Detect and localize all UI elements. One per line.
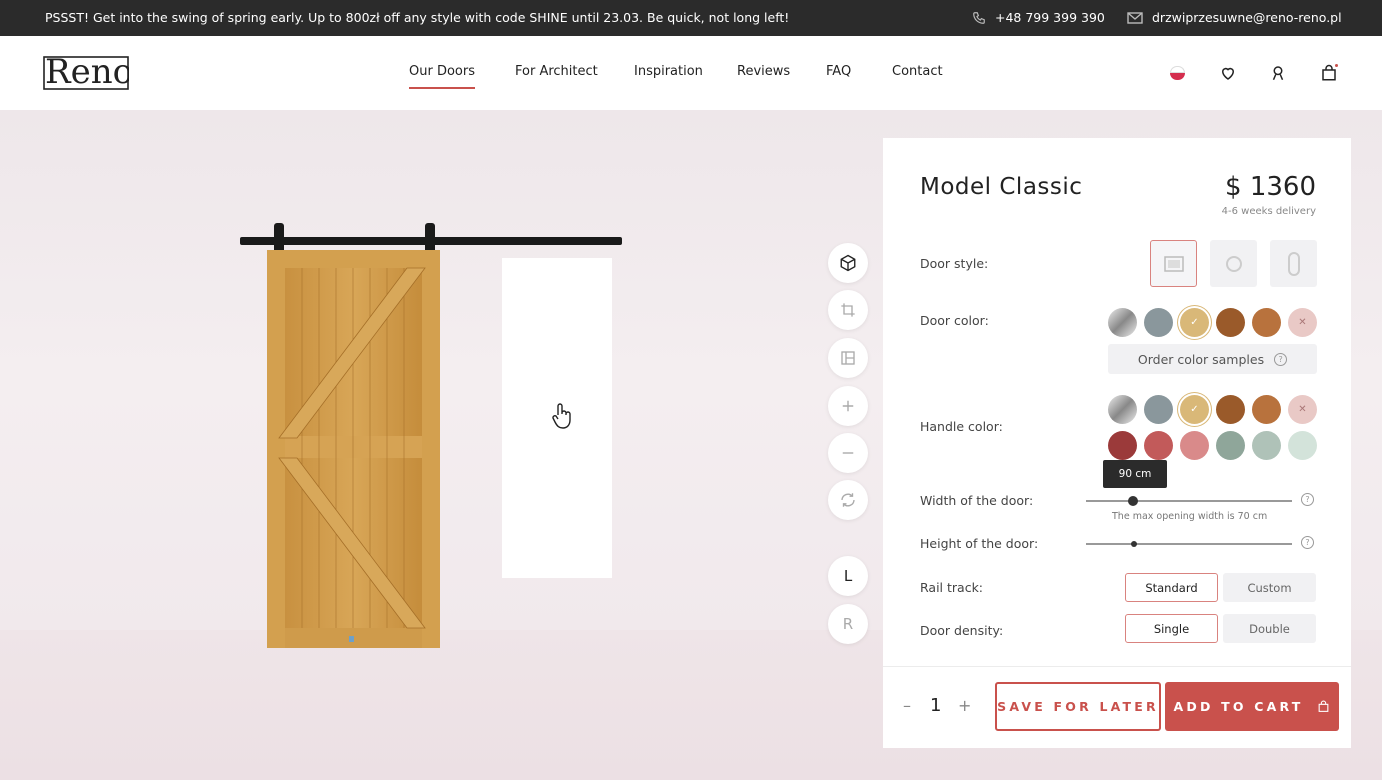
phone-icon bbox=[973, 11, 985, 24]
handle-swatch[interactable]: ✓ bbox=[1180, 395, 1209, 424]
rail-standard-option[interactable]: Standard bbox=[1125, 573, 1218, 602]
width-slider-handle[interactable] bbox=[1128, 496, 1138, 506]
nav-our-doors[interactable]: Our Doors bbox=[409, 64, 475, 89]
handle-color-label: Handle color: bbox=[920, 419, 1003, 434]
help-icon[interactable]: ? bbox=[1274, 352, 1288, 366]
width-label: Width of the door: bbox=[920, 493, 1034, 508]
handle-swatch[interactable] bbox=[1108, 395, 1137, 424]
door-swatch[interactable] bbox=[1144, 308, 1173, 337]
handle-swatch[interactable]: ✕ bbox=[1288, 395, 1317, 424]
density-single-option[interactable]: Single bbox=[1125, 614, 1218, 643]
svg-text:Reno: Reno bbox=[45, 52, 129, 92]
handle-swatch[interactable] bbox=[1216, 431, 1245, 460]
mail-icon bbox=[1127, 11, 1143, 24]
height-help-icon[interactable]: ? bbox=[1301, 536, 1314, 549]
email-address: drzwiprzesuwne@reno-reno.pl bbox=[1152, 10, 1342, 25]
nav-inspiration[interactable]: Inspiration bbox=[634, 64, 703, 79]
crop-icon bbox=[841, 303, 855, 317]
height-slider-handle[interactable] bbox=[1131, 541, 1137, 547]
handle-swatch[interactable] bbox=[1252, 431, 1281, 460]
crop-button[interactable] bbox=[828, 290, 868, 330]
handle-swatch[interactable] bbox=[1288, 431, 1317, 460]
order-samples-label: Order color samples bbox=[1137, 351, 1265, 367]
right-side-button[interactable]: R bbox=[828, 604, 868, 644]
width-slider[interactable] bbox=[1086, 496, 1292, 506]
delivery-time: 4-6 weeks delivery bbox=[1221, 206, 1316, 217]
nav-for-architect[interactable]: For Architect bbox=[515, 64, 598, 79]
order-samples-button[interactable]: Order color samples ? bbox=[1108, 344, 1317, 374]
layout-icon bbox=[841, 351, 855, 365]
nav-reviews[interactable]: Reviews bbox=[737, 64, 790, 79]
nav-contact[interactable]: Contact bbox=[892, 64, 943, 79]
heart-icon[interactable] bbox=[1219, 64, 1237, 82]
save-for-later-button[interactable]: SAVE FOR LATER bbox=[995, 682, 1161, 731]
door-color-label: Door color: bbox=[920, 313, 989, 328]
layout-button[interactable] bbox=[828, 338, 868, 378]
bag-icon bbox=[1319, 700, 1329, 712]
door-density-label: Door density: bbox=[920, 623, 1004, 638]
zoom-out-button[interactable] bbox=[828, 433, 868, 473]
height-slider[interactable] bbox=[1086, 541, 1292, 547]
reno-logo[interactable]: Reno bbox=[43, 49, 129, 93]
configurator-panel: Model Classic $ 1360 4-6 weeks delivery … bbox=[883, 138, 1351, 748]
promo-text: PSSST! Get into the swing of spring earl… bbox=[45, 10, 790, 25]
product-title: Model Classic bbox=[920, 174, 1083, 200]
door-style-option-1[interactable] bbox=[1150, 240, 1197, 287]
height-label: Height of the door: bbox=[920, 536, 1039, 551]
width-tooltip: 90 cm bbox=[1103, 460, 1167, 488]
door-swatch[interactable]: ✕ bbox=[1288, 308, 1317, 337]
width-note: The max opening width is 70 cm bbox=[1112, 511, 1268, 522]
rotate-icon bbox=[841, 493, 855, 507]
door-style-label: Door style: bbox=[920, 256, 989, 271]
rail-custom-option[interactable]: Custom bbox=[1223, 573, 1316, 602]
door-style-option-2[interactable] bbox=[1210, 240, 1257, 287]
handle-swatch[interactable] bbox=[1180, 431, 1209, 460]
add-to-cart-button[interactable]: ADD TO CART bbox=[1165, 682, 1339, 731]
add-to-cart-label: ADD TO CART bbox=[1173, 699, 1304, 714]
density-double-option[interactable]: Double bbox=[1223, 614, 1316, 643]
email-link[interactable]: drzwiprzesuwne@reno-reno.pl bbox=[1127, 10, 1342, 25]
handle-swatch[interactable] bbox=[1144, 395, 1173, 424]
nav-faq[interactable]: FAQ bbox=[826, 64, 851, 79]
3d-view-button[interactable] bbox=[828, 243, 868, 283]
flag-icon[interactable] bbox=[1170, 66, 1188, 84]
product-price: $ 1360 bbox=[1225, 172, 1316, 202]
save-for-later-label: SAVE FOR LATER bbox=[997, 699, 1159, 714]
cube-icon bbox=[840, 254, 856, 272]
zoom-out-icon bbox=[842, 452, 854, 454]
handle-swatch[interactable] bbox=[1252, 395, 1281, 424]
rail-track-label: Rail track: bbox=[920, 580, 984, 595]
promo-bar: PSSST! Get into the swing of spring earl… bbox=[0, 0, 1382, 36]
phone-link[interactable]: +48 799 399 390 bbox=[972, 10, 1105, 25]
door-swatch[interactable] bbox=[1108, 308, 1137, 337]
quantity-value[interactable]: 1 bbox=[930, 695, 941, 716]
handle-swatch[interactable] bbox=[1216, 395, 1245, 424]
quantity-decrease-button[interactable]: – bbox=[903, 696, 911, 715]
handle-swatch[interactable] bbox=[1144, 431, 1173, 460]
handle-swatch[interactable] bbox=[1108, 431, 1137, 460]
width-help-icon[interactable]: ? bbox=[1301, 493, 1314, 506]
zoom-in-button[interactable] bbox=[828, 386, 868, 426]
door-style-option-3[interactable] bbox=[1270, 240, 1317, 287]
zoom-in-icon bbox=[842, 400, 854, 412]
door-swatch[interactable] bbox=[1252, 308, 1281, 337]
door-preview-image bbox=[267, 250, 440, 648]
bag-icon[interactable] bbox=[1320, 64, 1338, 82]
left-side-button[interactable]: L bbox=[828, 556, 868, 596]
hand-cursor-icon bbox=[552, 403, 571, 429]
user-icon[interactable] bbox=[1269, 64, 1287, 82]
phone-number: +48 799 399 390 bbox=[995, 10, 1105, 25]
door-swatch[interactable] bbox=[1216, 308, 1245, 337]
quantity-increase-button[interactable]: + bbox=[958, 696, 971, 715]
panel-divider bbox=[883, 666, 1351, 667]
rotate-button[interactable] bbox=[828, 480, 868, 520]
door-swatch[interactable]: ✓ bbox=[1180, 308, 1209, 337]
site-header: Reno Our Doors For Architect Inspiration… bbox=[0, 36, 1382, 110]
